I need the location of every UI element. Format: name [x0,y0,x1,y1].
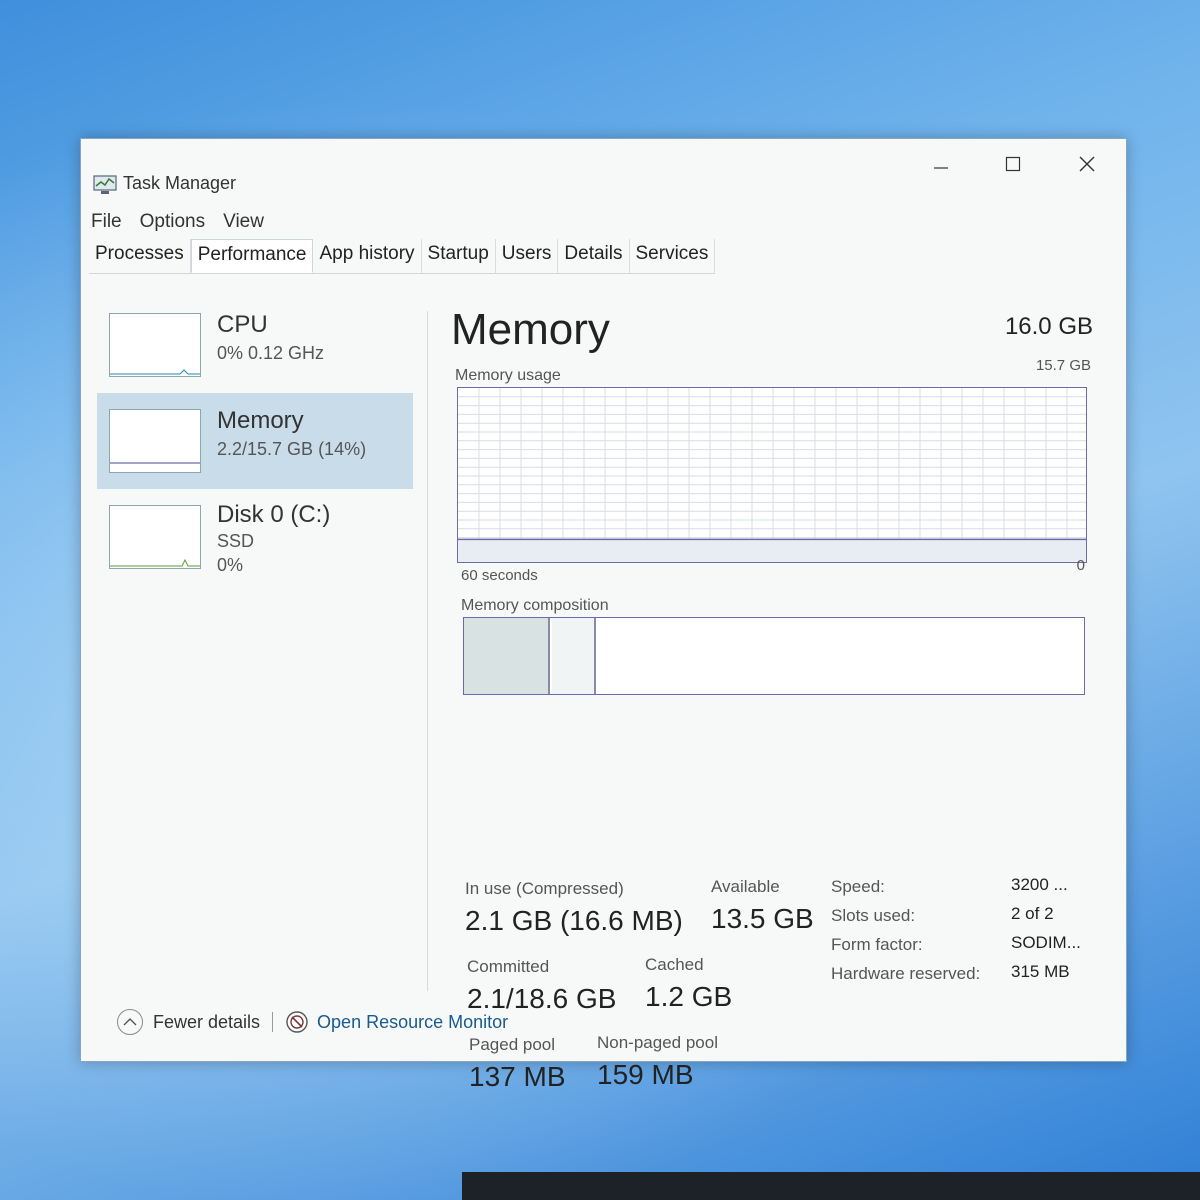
available-value: 13.5 GB [711,903,814,934]
non-paged-pool-label: Non-paged pool [597,1033,718,1052]
chevron-up-icon [117,1009,143,1035]
composition-modified-segment [552,618,596,694]
footer-bar: Fewer details Open Resource Monitor [117,1009,508,1035]
graph-time-axis-label: 60 seconds [461,567,538,584]
title-bar[interactable]: Task Manager [81,139,1126,201]
spec-slots-value: 2 of 2 [1011,904,1054,923]
tab-users[interactable]: Users [496,239,559,273]
paged-pool-value: 137 MB [469,1061,566,1092]
tab-strip: Processes Performance App history Startu… [89,239,716,274]
tab-details[interactable]: Details [558,239,630,273]
paged-pool-label: Paged pool [469,1035,556,1054]
cached-value: 1.2 GB [645,981,733,1012]
spec-form-factor-key: Form factor: [831,935,923,954]
spec-form-factor-value: SODIM... [1011,933,1081,952]
memory-label: Memory [217,407,304,434]
spec-slots-key: Slots used: [831,906,916,925]
disk-thumbnail-graph [109,505,201,569]
cpu-thumbnail-graph [109,313,201,377]
window-title: Task Manager [123,173,237,193]
footer-separator [272,1012,274,1032]
memory-usage-fill [458,539,1086,562]
memory-composition-label: Memory composition [461,597,609,614]
committed-label: Committed [467,957,550,976]
task-manager-icon [93,175,117,194]
tab-startup[interactable]: Startup [422,239,496,273]
memory-thumbnail-graph [109,409,201,473]
task-manager-window: Task Manager File Options View Processes… [80,138,1127,1092]
in-use-label: In use (Compressed) [465,879,624,898]
close-button[interactable] [1062,149,1112,179]
graph-max-value: 15.7 GB [1035,357,1091,374]
fewer-details-button[interactable]: Fewer details [117,1009,260,1035]
fewer-details-label: Fewer details [153,1011,261,1032]
spec-hardware-reserved-key: Hardware reserved: [831,964,981,983]
in-use-value: 2.1 GB (16.6 MB) [465,905,683,936]
tab-processes[interactable]: Processes [89,239,191,273]
non-paged-pool-value: 159 MB [597,1059,694,1090]
maximize-icon [1005,156,1021,172]
cpu-stats: 0% 0.12 GHz [217,343,325,363]
open-resource-monitor-link[interactable]: Open Resource Monitor [285,1010,508,1034]
tab-app-history[interactable]: App history [313,239,422,273]
tab-services[interactable]: Services [630,239,716,273]
memory-stats: 2.2/15.7 GB (14%) [217,439,367,459]
menu-options[interactable]: Options [140,211,205,233]
memory-usage-label: Memory usage [455,367,561,384]
sidebar-divider [427,311,428,991]
menu-view[interactable]: View [223,211,264,233]
menu-bar: File Options View [91,211,264,233]
minimize-button[interactable] [916,149,966,179]
memory-total: 16.0 GB [1004,313,1093,340]
memory-usage-graph [457,387,1087,563]
spec-speed-key: Speed: [831,877,885,896]
resource-monitor-icon [286,1011,308,1033]
maximize-button[interactable] [988,149,1038,179]
sidebar-item-memory[interactable]: Memory 2.2/15.7 GB (14%) [97,393,413,489]
cpu-label: CPU [217,311,268,338]
disk-usage: 0% [217,555,244,575]
open-resource-monitor-label: Open Resource Monitor [317,1011,509,1032]
taskbar [462,1172,1200,1200]
cached-label: Cached [645,955,704,974]
memory-composition-bar [463,617,1085,695]
sidebar-item-disk[interactable]: Disk 0 (C:) SSD 0% [97,489,413,585]
minimize-icon [934,167,948,169]
available-label: Available [711,877,780,896]
spec-speed-value: 3200 ... [1011,875,1068,894]
graph-min-value: 0 [1076,557,1085,574]
spec-hardware-reserved-value: 315 MB [1011,962,1070,981]
disk-label: Disk 0 (C:) [217,501,331,528]
menu-file[interactable]: File [91,211,122,233]
composition-in-use-segment [464,618,550,694]
close-icon [1079,156,1095,172]
page-title: Memory [451,305,610,354]
sidebar-item-cpu[interactable]: CPU 0% 0.12 GHz [97,297,413,393]
tab-performance[interactable]: Performance [190,239,314,273]
disk-type: SSD [217,531,255,551]
